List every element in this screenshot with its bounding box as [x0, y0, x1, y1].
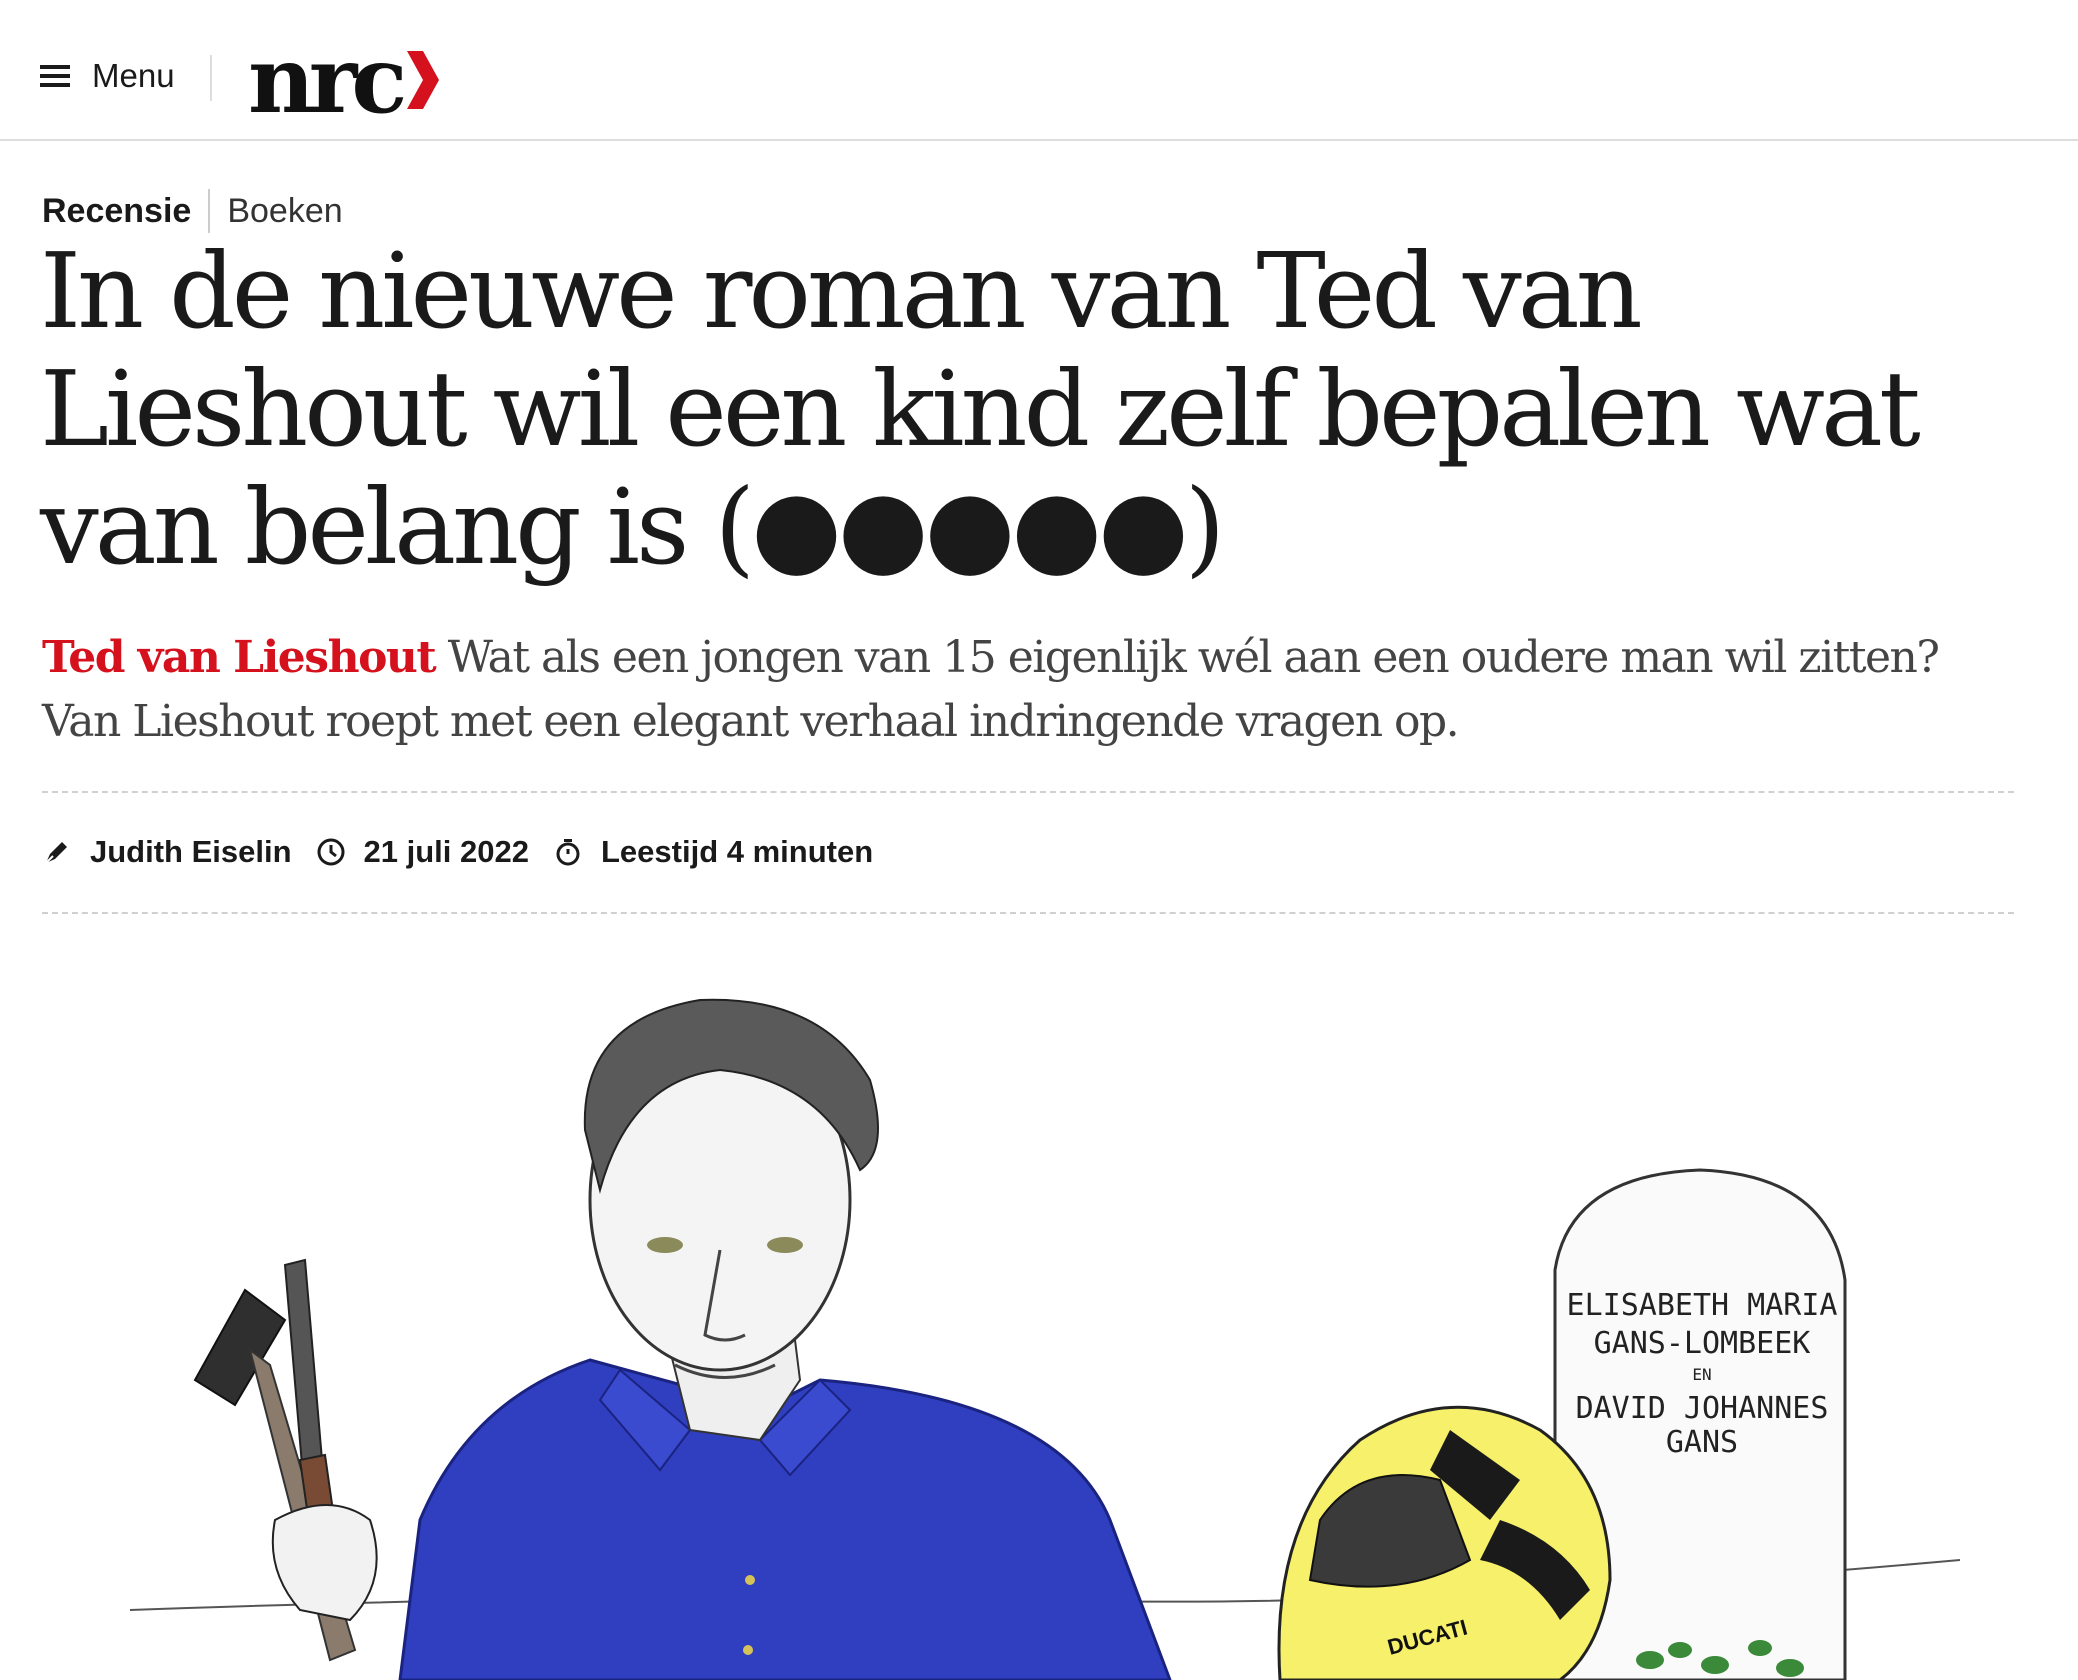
intro-subject: Ted van Lieshout	[42, 632, 437, 683]
article-meta: Judith Eiselin 21 juli 2022 Leestijd 4 m…	[42, 826, 897, 878]
menu-button[interactable]: Menu	[40, 50, 175, 102]
tombstone-line-2: GANS-LOMBEEK	[1594, 1326, 1811, 1361]
site-header: Menu nrc	[0, 0, 2078, 141]
author-name[interactable]: Judith Eiselin	[90, 834, 292, 870]
meta-author: Judith Eiselin	[42, 834, 292, 870]
meta-reading-time: Leestijd 4 minuten	[553, 834, 873, 870]
kicker-divider	[208, 189, 211, 233]
tombstone-line-3: EN	[1692, 1365, 1711, 1384]
reading-time: Leestijd 4 minuten	[600, 834, 874, 869]
helmet-illustration: DUCATI	[1277, 1405, 1612, 1680]
meta-date: 21 juli 2022	[316, 834, 529, 870]
header-divider	[210, 55, 212, 101]
category-boeken[interactable]: Boeken	[227, 192, 342, 231]
logo-text: nrc	[248, 26, 407, 134]
kicker-recensie[interactable]: Recensie	[42, 192, 191, 231]
article-intro: Ted van Lieshout Wat als een jongen van …	[42, 626, 2002, 754]
publish-date: 21 juli 2022	[363, 834, 529, 869]
meta-divider-bottom	[42, 912, 2014, 914]
tombstone-line-4: DAVID JOHANNES	[1576, 1391, 1829, 1426]
tombstone-line-5: GANS	[1666, 1425, 1738, 1460]
meta-divider-top	[42, 791, 2014, 793]
nrc-logo[interactable]: nrc	[248, 30, 441, 130]
logo-chevron-icon	[407, 51, 440, 109]
section-labels: Recensie Boeken	[42, 186, 343, 236]
clock-icon	[317, 838, 345, 866]
menu-label: Menu	[92, 57, 175, 94]
article-headline: In de nieuwe roman van Ted van Lieshout …	[40, 230, 1921, 588]
stopwatch-icon	[556, 839, 580, 866]
tombstone-line-1: ELISABETH MARIA	[1567, 1288, 1838, 1323]
pen-icon	[45, 842, 67, 864]
article-illustration: ELISABETH MARIA GANS-LOMBEEK EN DAVID JO…	[129, 998, 1961, 1680]
hamburger-icon	[40, 65, 70, 87]
